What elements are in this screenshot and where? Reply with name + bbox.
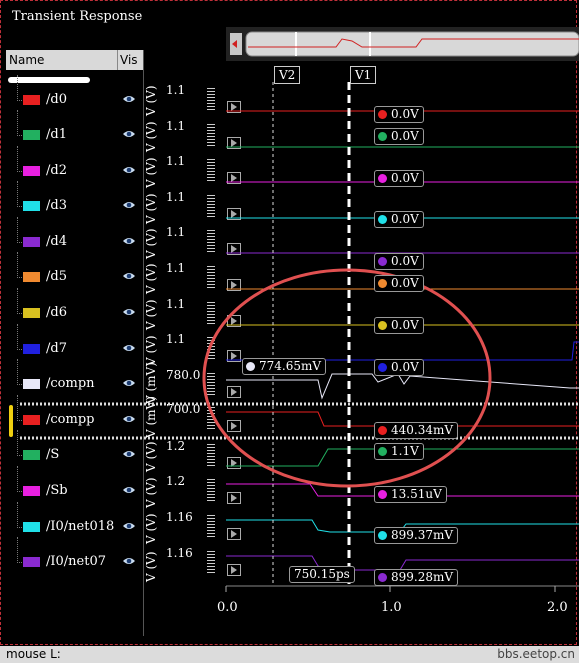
marker-dot	[378, 321, 387, 330]
marker-value: 0.0V	[391, 212, 419, 226]
marker-dot	[378, 110, 387, 119]
marker-dot	[378, 257, 387, 266]
marker-value: 899.37mV	[391, 528, 454, 542]
marker-dot	[378, 573, 387, 582]
marker-dot	[378, 132, 387, 141]
cursor-v2-label[interactable]: V2	[274, 66, 301, 84]
waveform-trace	[226, 373, 579, 400]
annotation-circle	[202, 268, 492, 488]
marker-dot	[378, 531, 387, 540]
marker-dot	[378, 447, 387, 456]
marker-value: 0.0V	[391, 129, 419, 143]
marker-value: 0.0V	[391, 171, 419, 185]
cursor-value-marker: 0.0V	[374, 317, 424, 334]
waveform-plot[interactable]	[0, 0, 579, 663]
cursor-value-marker: 0.0V	[374, 106, 424, 123]
marker-value: 440.34mV	[391, 423, 454, 437]
marker-value: 899.28mV	[391, 570, 454, 584]
x-tick: 2.0	[547, 600, 568, 615]
marker-value: 1.1V	[391, 444, 419, 458]
marker-dot	[246, 362, 255, 371]
marker-value: 774.65mV	[259, 359, 322, 373]
watermark: bbs.eetop.cn	[497, 647, 575, 661]
cursor-value-marker: 0.0V	[374, 359, 424, 376]
cursor-value-marker: 0.0V	[374, 253, 424, 270]
x-tick: 1.0	[381, 600, 402, 615]
marker-value: 0.0V	[391, 107, 419, 121]
marker-dot	[378, 174, 387, 183]
marker-value: 0.0V	[391, 276, 419, 290]
marker-value: 0.0V	[391, 254, 419, 268]
status-bar: mouse L: bbs.eetop.cn	[0, 646, 579, 663]
mouse-label: mouse L:	[6, 647, 61, 661]
marker-dot	[378, 490, 387, 499]
cursor-value-marker: 899.37mV	[374, 527, 459, 544]
marker-dot	[378, 279, 387, 288]
cursor-value-marker: 13.51uV	[374, 486, 447, 503]
cursor-value-marker: 899.28mV	[374, 569, 459, 586]
cursor-value-marker: 0.0V	[374, 170, 424, 187]
marker-dot	[378, 363, 387, 372]
cursor-v1-label[interactable]: V1	[350, 66, 377, 84]
x-tick: 0.0	[217, 600, 238, 615]
cursor-value-marker: 1.1V	[374, 443, 424, 460]
delta-time-label: 750.15ps	[289, 566, 355, 583]
cursor-v2-value-marker: 774.65mV	[242, 358, 327, 375]
waveform-trace	[226, 555, 579, 571]
cursor-value-marker: 0.0V	[374, 211, 424, 228]
cursor-value-marker: 0.0V	[374, 275, 424, 292]
marker-dot	[378, 426, 387, 435]
marker-dot	[378, 215, 387, 224]
marker-value: 0.0V	[391, 360, 419, 374]
cursor-value-marker: 0.0V	[374, 128, 424, 145]
marker-value: 0.0V	[391, 318, 419, 332]
marker-value: 13.51uV	[391, 487, 442, 501]
cursor-value-marker: 440.34mV	[374, 422, 459, 439]
